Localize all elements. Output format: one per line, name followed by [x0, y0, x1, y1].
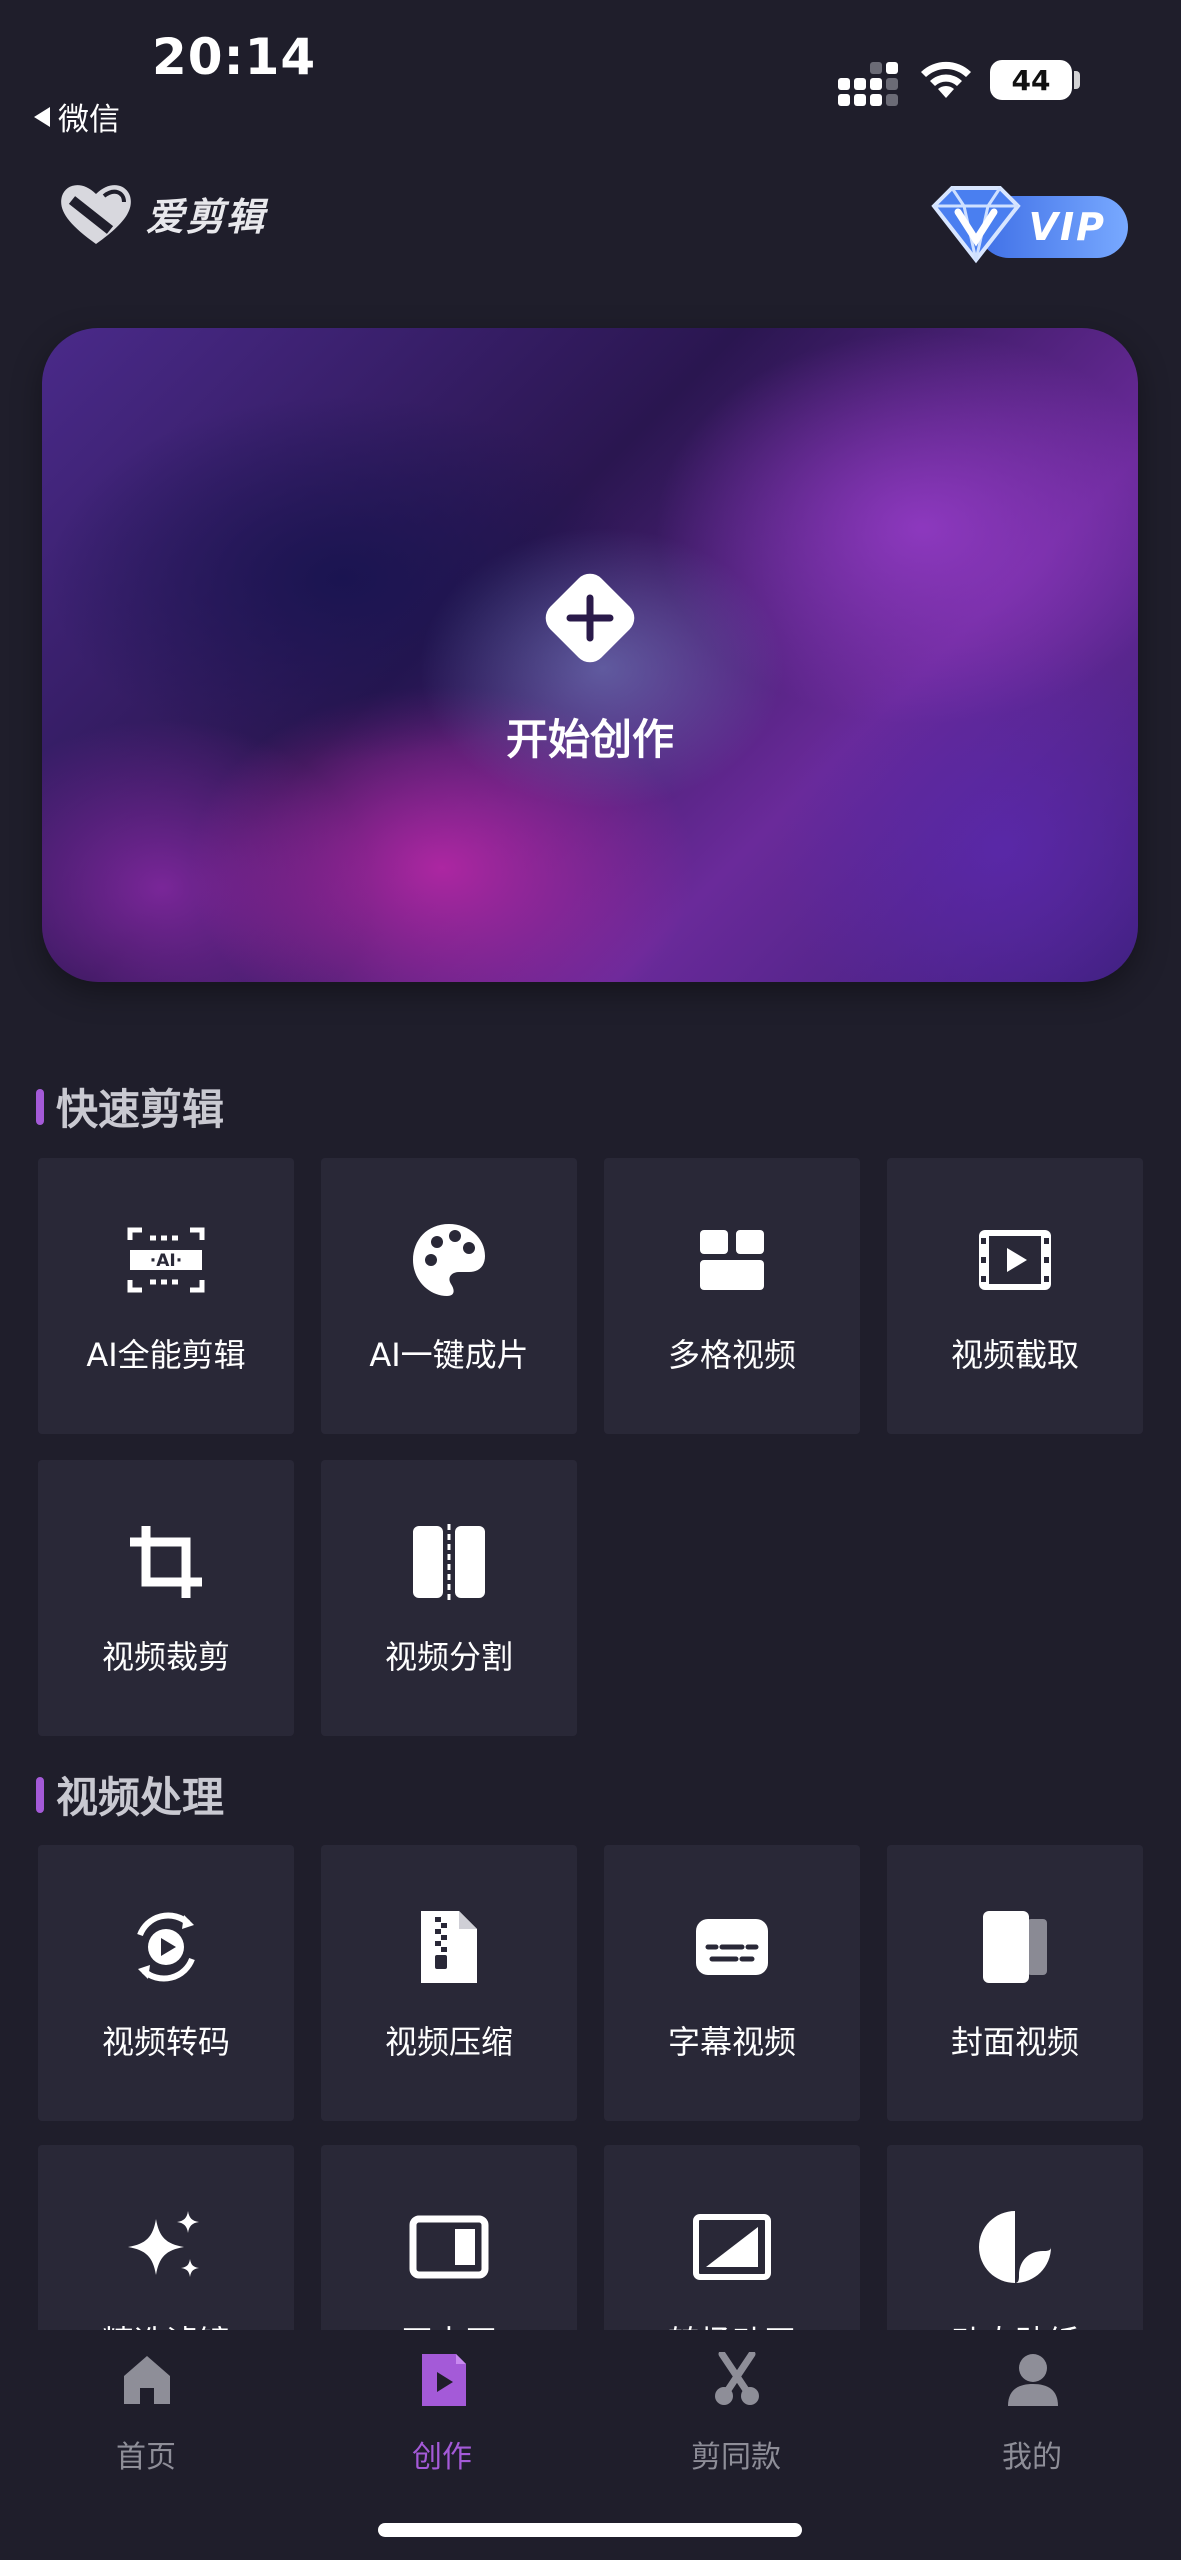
tile-video-transcode[interactable]: 视频转码 — [38, 1845, 294, 2121]
subtitle-icon — [696, 1919, 768, 1975]
battery-cap — [1074, 71, 1080, 89]
tile-subtitle-video[interactable]: 字幕视频 — [604, 1845, 860, 2121]
section-title-quick-edit: 快速剪辑 — [36, 1076, 224, 1137]
section-title-text: 视频处理 — [56, 1773, 225, 1822]
tile-video-crop[interactable]: 视频裁剪 — [38, 1460, 294, 1736]
tab-home[interactable]: 首页 — [56, 2352, 236, 2482]
tab-create[interactable]: 创作 — [352, 2352, 532, 2482]
tile-ai-full-edit[interactable]: ·AI· AI全能剪辑 — [38, 1158, 294, 1434]
tab-label: 我的 — [1002, 2440, 1062, 2475]
palette-icon — [413, 1224, 485, 1296]
tile-video-clip[interactable]: 视频截取 — [887, 1158, 1143, 1434]
svg-text:·AI·: ·AI· — [150, 1251, 182, 1271]
section-title-text: 快速剪辑 — [56, 1085, 225, 1134]
diamond-icon — [931, 186, 1021, 264]
tile-label: 视频分割 — [384, 1638, 513, 1676]
tile-label: 封面视频 — [950, 2023, 1079, 2061]
tile-label: 视频截取 — [950, 1336, 1079, 1374]
convert-play-icon — [137, 1912, 195, 1982]
tile-label: AI全能剪辑 — [86, 1336, 246, 1374]
section-accent-bar — [36, 1776, 44, 1813]
tile-label: 视频转码 — [101, 2023, 230, 2061]
logo-text: 爱剪辑 — [146, 194, 267, 239]
sticker-icon — [979, 2211, 1051, 2283]
scissors-icon — [715, 2352, 759, 2405]
tab-profile[interactable]: 我的 — [942, 2352, 1122, 2482]
tile-label: 多格视频 — [667, 1336, 796, 1374]
section-accent-bar — [36, 1088, 44, 1125]
tab-label: 剪同款 — [691, 2440, 781, 2475]
back-to-app-button[interactable]: 微信 — [34, 94, 120, 139]
back-arrow-icon — [34, 106, 50, 127]
ai-frame-icon: ·AI· — [127, 1227, 205, 1293]
tile-label: 视频裁剪 — [101, 1638, 230, 1676]
cellular-signal-icon — [838, 62, 898, 106]
add-diamond-icon — [545, 573, 635, 663]
tile-ai-one-click[interactable]: AI一键成片 — [321, 1158, 577, 1434]
vip-label: VIP — [1028, 205, 1106, 249]
tile-multi-grid-video[interactable]: 多格视频 — [604, 1158, 860, 1434]
grid-icon — [700, 1230, 764, 1290]
split-icon — [413, 1524, 485, 1600]
film-play-icon — [979, 1230, 1051, 1290]
tile-dynamic-sticker[interactable]: 动态贴纸 — [887, 2145, 1143, 2361]
vip-badge-button[interactable]: VIP — [928, 182, 1138, 266]
home-indicator[interactable] — [378, 2523, 802, 2537]
tile-label: AI一键成片 — [369, 1336, 529, 1374]
sparkle-icon — [128, 2211, 199, 2277]
tab-label: 创作 — [412, 2440, 472, 2475]
tab-template[interactable]: 剪同款 — [646, 2352, 826, 2482]
start-creating-label: 开始创作 — [505, 715, 674, 764]
tile-transition-animation[interactable]: 转场动画 — [604, 2145, 860, 2361]
zip-file-icon — [421, 1911, 477, 1983]
app-logo: 爱剪辑 — [56, 178, 266, 248]
tile-video-compress[interactable]: 视频压缩 — [321, 1845, 577, 2121]
wifi-icon — [921, 61, 971, 98]
tile-filters[interactable]: 精选滤镜 — [38, 2145, 294, 2361]
tile-picture-in-picture[interactable]: 画中画 — [321, 2145, 577, 2361]
crop-icon — [130, 1526, 202, 1598]
profile-icon — [1008, 2354, 1058, 2406]
back-app-label: 微信 — [58, 102, 120, 138]
home-icon — [124, 2356, 170, 2404]
transition-icon — [693, 2214, 771, 2280]
tab-label: 首页 — [116, 2440, 176, 2475]
pip-icon — [409, 2215, 489, 2279]
create-page: 20:14 微信 44 爱剪辑 VIP 开始创作 快速剪辑 ·AI· AI全能剪… — [0, 0, 1181, 2560]
tile-label: 字幕视频 — [667, 2023, 796, 2061]
create-icon — [422, 2354, 466, 2406]
tile-video-split[interactable]: 视频分割 — [321, 1460, 577, 1736]
battery-icon: 44 — [990, 60, 1072, 100]
tile-label: 视频压缩 — [384, 2023, 513, 2061]
start-creating-card[interactable]: 开始创作 — [42, 328, 1138, 982]
tile-cover-video[interactable]: 封面视频 — [887, 1845, 1143, 2121]
section-title-video-processing: 视频处理 — [36, 1764, 224, 1825]
cover-icon — [983, 1911, 1047, 1983]
heart-film-logo-icon — [61, 185, 131, 244]
status-time: 20:14 — [152, 28, 317, 86]
